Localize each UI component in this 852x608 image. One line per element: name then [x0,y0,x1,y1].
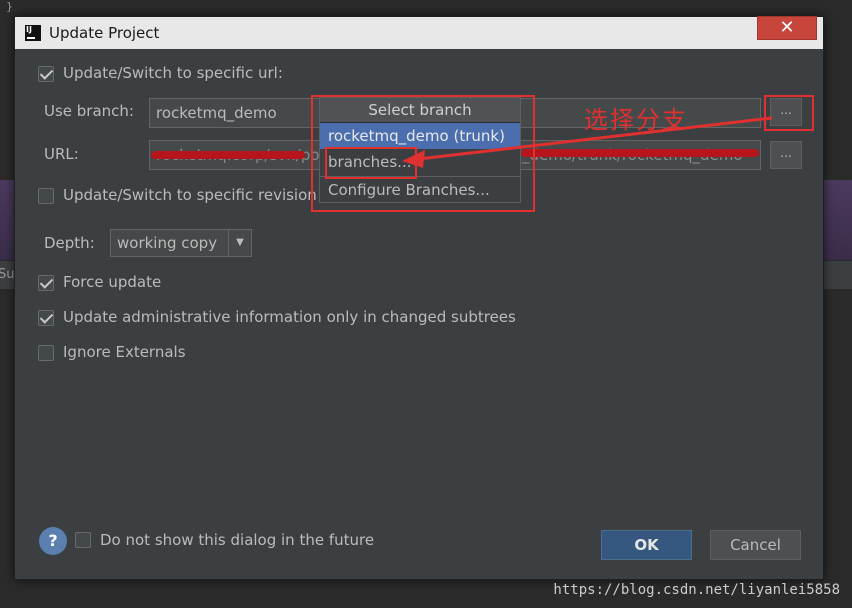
annotation-arrow [402,116,773,168]
watermark: https://blog.csdn.net/liyanlei5858 [553,582,840,598]
